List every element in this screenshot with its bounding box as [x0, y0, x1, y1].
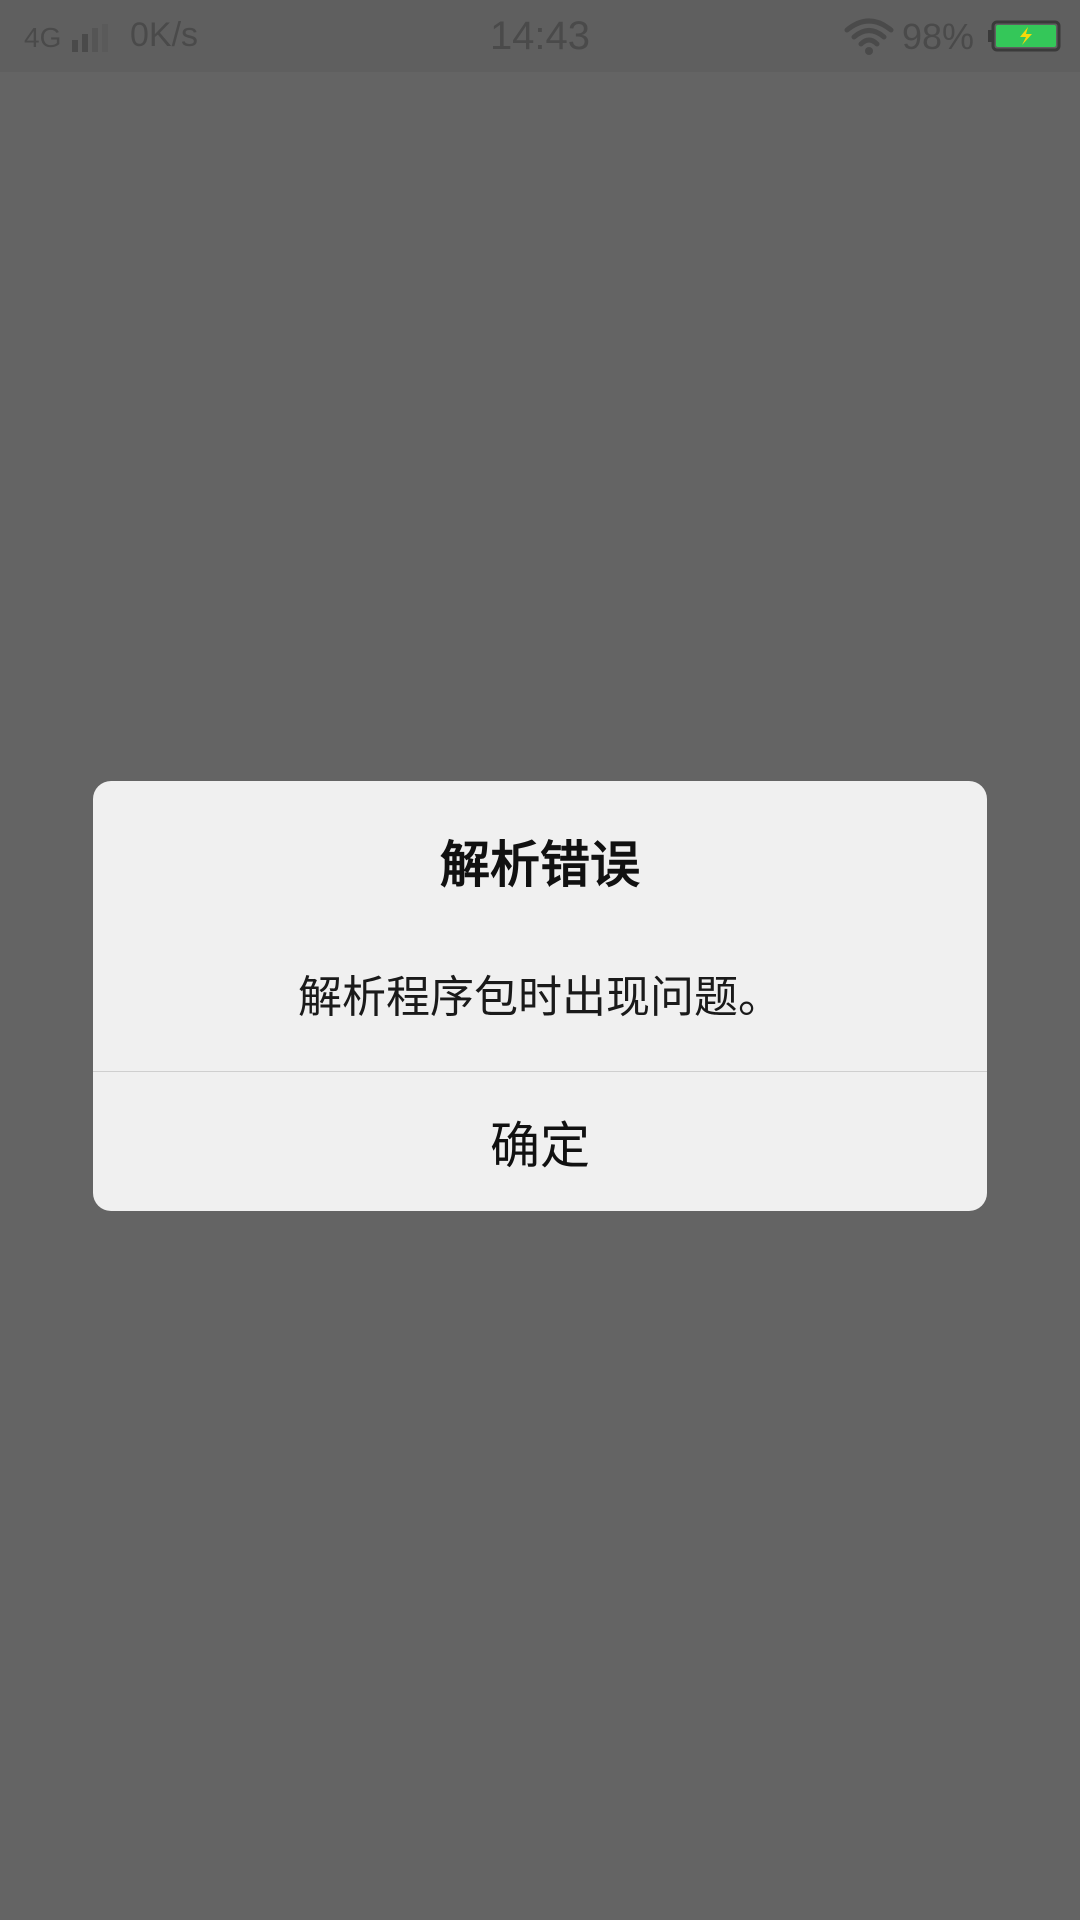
status-bar: 4G 0K/s 14:43 98% [0, 0, 1080, 72]
dialog-message: 解析程序包时出现问题。 [298, 972, 782, 1023]
battery-charging-icon [988, 20, 1061, 52]
wifi-icon [844, 18, 894, 55]
battery-percent: 98% [902, 16, 975, 57]
confirm-button[interactable]: 确定 [93, 1072, 987, 1211]
dialog-title: 解析错误 [440, 836, 640, 894]
parse-error-dialog: 解析错误 解析程序包时出现问题。 确定 [93, 781, 987, 1211]
